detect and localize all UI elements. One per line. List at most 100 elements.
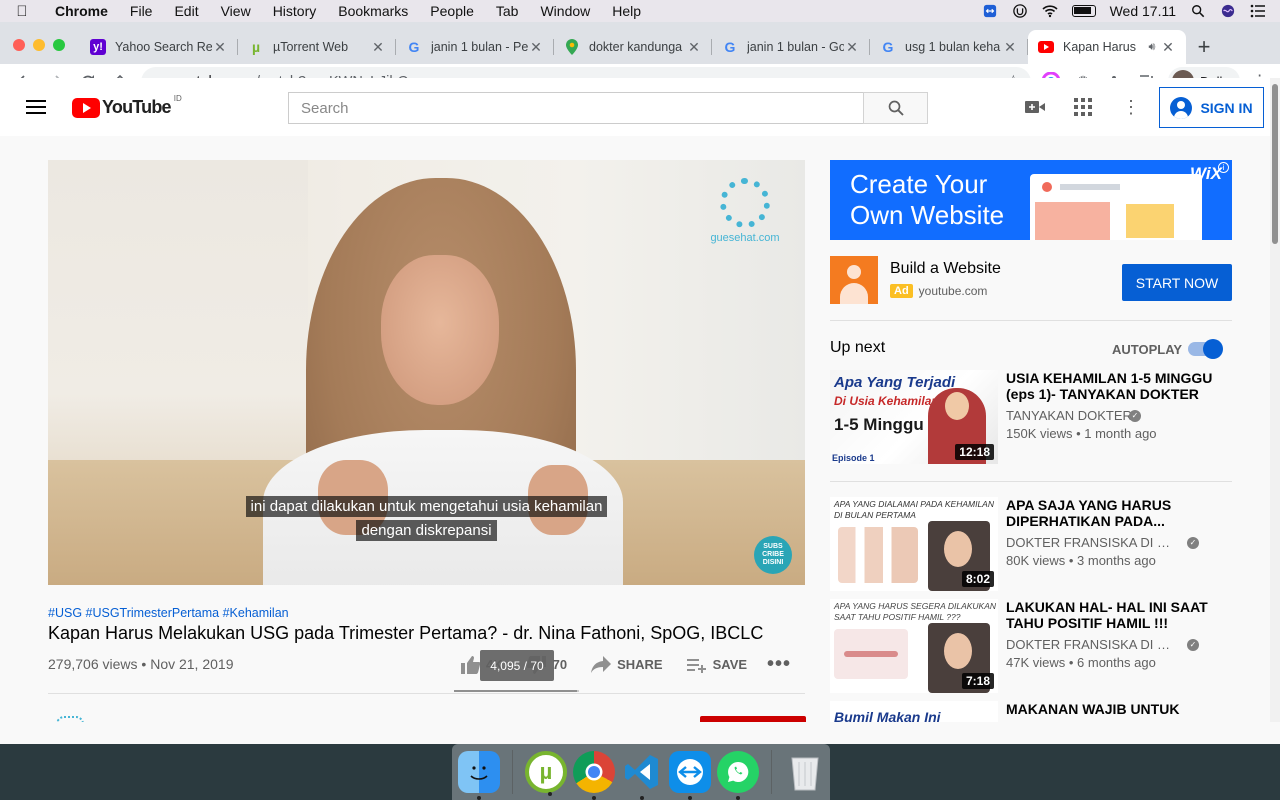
sign-in-button[interactable]: SIGN IN (1159, 87, 1264, 128)
apps-grid-icon[interactable] (1073, 97, 1093, 117)
utorrent-status-icon[interactable] (1012, 4, 1028, 18)
close-tab-icon[interactable]: ✕ (1160, 39, 1176, 56)
video-duration: 7:18 (961, 673, 994, 689)
video-thumbnail[interactable]: Bumil Makan Ini (830, 701, 998, 722)
recommendation-item[interactable]: Bumil Makan Ini MAKANAN WAJIB UNTUK (830, 701, 1232, 722)
tab-utorrent-web[interactable]: µ µTorrent Web ✕ (238, 30, 396, 64)
recommendation-item[interactable]: APA YANG HARUS SEGERA DILAKUKAN SAAT TAH… (830, 599, 1232, 693)
notification-center-icon[interactable] (1250, 4, 1266, 18)
ad-info-icon[interactable]: i (1218, 162, 1229, 173)
utorrent-icon: µ (251, 39, 261, 55)
sentiment-bar-fill (454, 690, 577, 692)
menu-app-chrome[interactable]: Chrome (44, 3, 119, 19)
google-icon: G (882, 39, 894, 55)
presenter-face (381, 255, 499, 405)
close-window-button[interactable] (13, 39, 25, 51)
search-icon (888, 100, 904, 116)
macos-dock: µ (452, 744, 830, 800)
video-hashtags[interactable]: #USG #USGTrimesterPertama #Kehamilan (48, 606, 289, 620)
apple-menu-icon[interactable]:  (0, 3, 44, 20)
menu-window[interactable]: Window (529, 3, 601, 19)
tab-google-usg[interactable]: G usg 1 bulan keha ✕ (870, 30, 1028, 64)
search-input[interactable]: Search (288, 92, 864, 124)
video-thumbnail[interactable]: Apa Yang Terjadi Di Usia Kehamilan 1-5 M… (830, 370, 998, 464)
channel-avatar[interactable] (56, 716, 84, 722)
channel-name[interactable]: DOKTER FRANSISKA DI PER... (1006, 637, 1178, 652)
recommendation-item[interactable]: Apa Yang Terjadi Di Usia Kehamilan 1-5 M… (830, 370, 1232, 464)
youtube-wordmark: YouTube (102, 97, 172, 117)
save-button[interactable]: SAVE (686, 657, 747, 673)
minimize-window-button[interactable] (33, 39, 45, 51)
tab-title: µTorrent Web (273, 40, 349, 54)
menubar-clock[interactable]: Wed 17.11 (1110, 3, 1176, 19)
recommendation-title[interactable]: LAKUKAN HAL- HAL INI SAAT TAHU POSITIF H… (1006, 599, 1232, 631)
audio-playing-icon[interactable]: 🔊︎ (1144, 41, 1160, 54)
ad-banner[interactable]: Create Your Own Website WiX i (830, 160, 1232, 240)
zoom-window-button[interactable] (53, 39, 65, 51)
teamviewer-status-icon[interactable] (982, 4, 998, 18)
autoplay-label: AUTOPLAY (1112, 342, 1183, 357)
search-button[interactable] (863, 92, 928, 124)
dock-finder-icon[interactable] (458, 751, 500, 800)
divider (830, 320, 1232, 321)
menu-history[interactable]: History (262, 3, 328, 19)
start-now-button[interactable]: START NOW (1122, 264, 1232, 301)
dock-utorrent-icon[interactable]: µ (525, 751, 567, 796)
subscribe-button[interactable] (700, 716, 806, 722)
dock-vscode-icon[interactable] (621, 751, 663, 800)
close-tab-icon[interactable]: ✕ (686, 39, 702, 56)
close-tab-icon[interactable]: ✕ (212, 39, 228, 56)
more-actions-icon[interactable]: ••• (767, 653, 791, 676)
tab-title: janin 1 bulan - Go (747, 40, 844, 54)
video-player[interactable]: guesehat.com ini dapat dilakukan untuk m… (48, 160, 805, 585)
close-tab-icon[interactable]: ✕ (528, 39, 544, 56)
tab-yahoo-search[interactable]: y! Yahoo Search Re ✕ (80, 30, 238, 64)
close-tab-icon[interactable]: ✕ (844, 39, 860, 56)
up-next-heading: Up next (830, 339, 886, 356)
menu-tab[interactable]: Tab (485, 3, 530, 19)
menu-file[interactable]: File (119, 3, 164, 19)
battery-icon[interactable] (1071, 5, 1096, 17)
tab-google-janin-1[interactable]: G janin 1 bulan - Pe ✕ (396, 30, 554, 64)
recommendation-title[interactable]: APA SAJA YANG HARUS DIPERHATIKAN PADA... (1006, 497, 1232, 529)
dock-chrome-icon[interactable] (573, 751, 615, 800)
spotlight-search-icon[interactable] (1190, 4, 1206, 18)
video-thumbnail[interactable]: APA YANG HARUS SEGERA DILAKUKAN SAAT TAH… (830, 599, 998, 693)
video-thumbnail[interactable]: APA YANG DIALAMAI PADA KEHAMILAN DI BULA… (830, 497, 998, 591)
tab-strip: y! Yahoo Search Re ✕ µ µTorrent Web ✕ G … (0, 22, 1280, 64)
tab-google-janin-2[interactable]: G janin 1 bulan - Go ✕ (712, 30, 870, 64)
recommendation-title[interactable]: MAKANAN WAJIB UNTUK (1006, 701, 1232, 717)
settings-more-icon[interactable]: ⋮ (1121, 97, 1141, 117)
tab-youtube-kapan-harus[interactable]: Kapan Harus 🔊︎ ✕ (1028, 30, 1186, 64)
sign-in-label: SIGN IN (1200, 99, 1253, 116)
guide-menu-icon[interactable] (26, 100, 46, 114)
page-scrollbar[interactable] (1270, 78, 1280, 722)
subscribe-badge[interactable]: SUBS CRIBE DISINI (754, 536, 792, 574)
tab-google-maps-dokter[interactable]: dokter kandunga ✕ (554, 30, 712, 64)
autoplay-toggle[interactable] (1188, 339, 1223, 359)
menu-edit[interactable]: Edit (163, 3, 209, 19)
google-icon: G (724, 39, 736, 55)
menu-view[interactable]: View (210, 3, 262, 19)
scrollbar-thumb[interactable] (1272, 84, 1278, 244)
menu-people[interactable]: People (419, 3, 485, 19)
dock-trash-icon[interactable] (784, 751, 826, 793)
close-tab-icon[interactable]: ✕ (1002, 39, 1018, 56)
recommendation-item[interactable]: APA YANG DIALAMAI PADA KEHAMILAN DI BULA… (830, 497, 1232, 591)
channel-name[interactable]: TANYAKAN DOKTER (1006, 408, 1132, 423)
create-video-icon[interactable] (1025, 97, 1045, 117)
siri-icon[interactable] (1220, 4, 1236, 18)
yahoo-icon: y! (90, 39, 106, 55)
dock-teamviewer-icon[interactable] (669, 751, 711, 800)
tab-title: Kapan Harus (1063, 40, 1136, 54)
dock-whatsapp-icon[interactable] (717, 751, 759, 800)
new-tab-button[interactable]: + (1186, 30, 1222, 64)
wifi-icon[interactable] (1042, 4, 1058, 18)
share-button[interactable]: SHARE (591, 655, 663, 674)
close-tab-icon[interactable]: ✕ (370, 39, 386, 56)
youtube-logo[interactable]: YouTube ID (72, 94, 182, 118)
menu-help[interactable]: Help (601, 3, 652, 19)
recommendation-title[interactable]: USIA KEHAMILAN 1-5 MINGGU (eps 1)- TANYA… (1006, 370, 1232, 402)
channel-name[interactable]: DOKTER FRANSISKA DI PER... (1006, 535, 1178, 550)
menu-bookmarks[interactable]: Bookmarks (327, 3, 419, 19)
